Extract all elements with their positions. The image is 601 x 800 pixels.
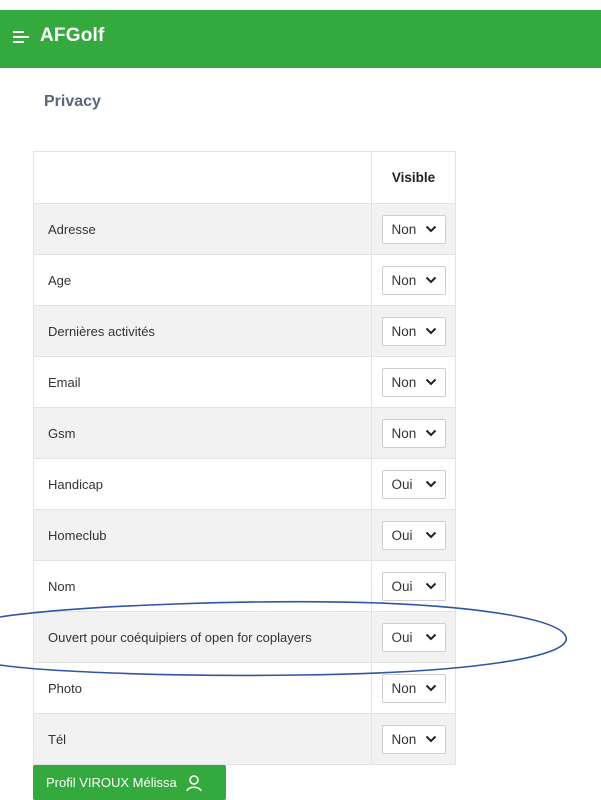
profile-button[interactable]: Profil VIROUX Mélissa (33, 765, 226, 800)
table-row: Gsm Non (33, 407, 456, 459)
visibility-select-age[interactable]: Non (381, 265, 446, 295)
app-header: AFGolf (0, 10, 601, 68)
row-label-tel: Tél (33, 713, 372, 765)
privacy-table: Visible Adresse Non Age Non Dernières ac… (33, 151, 456, 765)
table-row: Handicap Oui (33, 458, 456, 510)
row-label-dernieres-activites: Dernières activités (33, 305, 372, 357)
visibility-select-tel[interactable]: Non (381, 724, 446, 754)
chevron-down-icon (425, 429, 436, 437)
chevron-down-icon (425, 378, 436, 386)
profile-button-label: Profil VIROUX Mélissa (46, 775, 177, 790)
visibility-select-gsm[interactable]: Non (381, 418, 446, 448)
chevron-down-icon (425, 480, 436, 488)
chevron-down-icon (425, 684, 436, 692)
table-row: Ouvert pour coéquipiers of open for copl… (33, 611, 456, 663)
table-row: Nom Oui (33, 560, 456, 612)
chevron-down-icon (425, 735, 436, 743)
hamburger-menu-icon[interactable] (13, 31, 29, 45)
chevron-down-icon (425, 225, 436, 233)
row-label-photo: Photo (33, 662, 372, 714)
visibility-select-dernieres-activites[interactable]: Non (381, 316, 446, 346)
row-label-nom: Nom (33, 560, 372, 612)
label-column-header (33, 151, 372, 204)
row-label-ouvert-coequipiers: Ouvert pour coéquipiers of open for copl… (33, 611, 372, 663)
table-row: Photo Non (33, 662, 456, 714)
chevron-down-icon (425, 276, 436, 284)
table-header-row: Visible (33, 151, 456, 204)
app-title[interactable]: AFGolf (40, 25, 105, 47)
row-label-adresse: Adresse (33, 203, 372, 255)
row-label-homeclub: Homeclub (33, 509, 372, 561)
row-label-age: Age (33, 254, 372, 306)
row-label-handicap: Handicap (33, 458, 372, 510)
visibility-select-homeclub[interactable]: Oui (381, 520, 446, 550)
user-icon (185, 774, 202, 791)
table-row: Homeclub Oui (33, 509, 456, 561)
table-row: Tél Non (33, 713, 456, 765)
visibility-select-photo[interactable]: Non (381, 673, 446, 703)
chevron-down-icon (425, 582, 436, 590)
page-title: Privacy (44, 93, 101, 110)
table-row: Adresse Non (33, 203, 456, 255)
visibility-select-handicap[interactable]: Oui (381, 469, 446, 499)
visibility-select-ouvert-coequipiers[interactable]: Oui (381, 622, 446, 652)
table-row: Email Non (33, 356, 456, 408)
visibility-select-nom[interactable]: Oui (381, 571, 446, 601)
chevron-down-icon (425, 633, 436, 641)
table-row: Age Non (33, 254, 456, 306)
visible-column-header: Visible (371, 151, 456, 204)
visibility-select-adresse[interactable]: Non (381, 214, 446, 244)
table-row: Dernières activités Non (33, 305, 456, 357)
row-label-gsm: Gsm (33, 407, 372, 459)
row-label-email: Email (33, 356, 372, 408)
chevron-down-icon (425, 531, 436, 539)
chevron-down-icon (425, 327, 436, 335)
visibility-select-email[interactable]: Non (381, 367, 446, 397)
